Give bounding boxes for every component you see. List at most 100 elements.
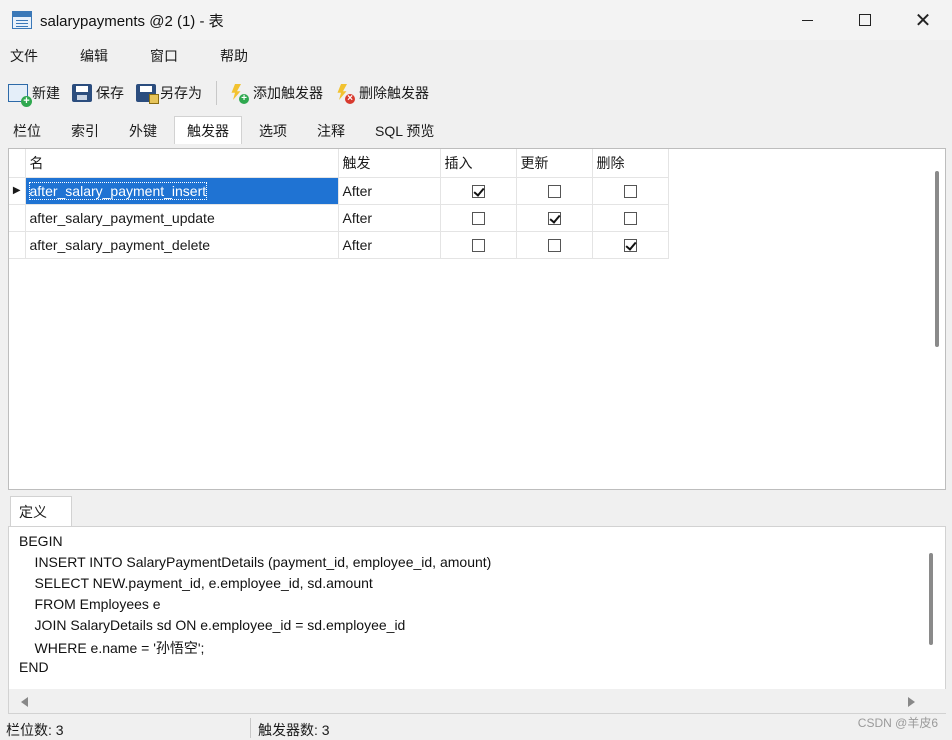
watermark: CSDN @羊皮6	[857, 716, 938, 730]
trigger-name: after_salary_payment_delete	[29, 236, 211, 253]
trigger-insert-cell	[440, 231, 517, 259]
code-line: JOIN SalaryDetails sd ON e.employee_id =…	[19, 617, 406, 633]
save-as-button[interactable]: 另存为	[136, 83, 202, 104]
tab-fields[interactable]: 栏位	[0, 116, 54, 144]
insert-checkbox[interactable]	[471, 239, 485, 253]
close-button[interactable]: ✕	[894, 0, 952, 40]
trigger-update-cell	[516, 231, 593, 259]
trigger-name-cell[interactable]: after_salary_payment_update	[25, 204, 339, 232]
delete-checkbox[interactable]	[623, 212, 637, 226]
tab-foreign-keys[interactable]: 外键	[116, 116, 170, 144]
delete-checkbox[interactable]	[623, 185, 637, 199]
update-checkbox[interactable]	[547, 212, 561, 226]
column-header-update[interactable]: 更新	[516, 149, 593, 178]
maximize-button[interactable]	[836, 0, 894, 40]
column-header-fire[interactable]: 触发	[338, 149, 441, 178]
code-line: BEGIN	[19, 533, 63, 549]
save-as-label: 另存为	[160, 85, 202, 101]
row-indicator[interactable]	[9, 204, 26, 232]
table-row[interactable]: after_salary_payment_delete After	[9, 231, 669, 259]
delete-trigger-icon	[335, 84, 355, 104]
row-indicator-header	[9, 149, 26, 178]
update-checkbox[interactable]	[547, 239, 561, 253]
trigger-update-cell	[516, 204, 593, 232]
toolbar-divider	[216, 81, 217, 105]
menu-bar: 文件 编辑 窗口 帮助	[0, 40, 952, 72]
trigger-update-cell	[516, 177, 593, 205]
new-button[interactable]: 新建	[8, 83, 60, 107]
fields-count: 栏位数: 3	[6, 722, 64, 738]
insert-checkbox[interactable]	[471, 185, 485, 199]
add-trigger-button[interactable]: 添加触发器	[229, 83, 323, 104]
save-icon	[72, 84, 92, 102]
definition-editor[interactable]: BEGIN INSERT INTO SalaryPaymentDetails (…	[8, 526, 947, 714]
tab-comment[interactable]: 注释	[304, 116, 358, 144]
column-header-name[interactable]: 名	[25, 149, 339, 178]
new-table-icon	[8, 84, 32, 107]
column-header-delete[interactable]: 删除	[592, 149, 669, 178]
trigger-delete-cell	[592, 204, 669, 232]
tab-definition[interactable]: 定义	[10, 496, 72, 526]
table-row[interactable]: ▶ after_salary_payment_insert After	[9, 177, 669, 205]
trigger-name-cell[interactable]: after_salary_payment_delete	[25, 231, 339, 259]
row-indicator[interactable]	[9, 231, 26, 259]
column-header-insert[interactable]: 插入	[440, 149, 517, 178]
delete-trigger-label: 删除触发器	[359, 85, 429, 101]
status-divider	[250, 718, 251, 738]
trigger-fire-cell[interactable]: After	[338, 177, 441, 205]
table-row[interactable]: after_salary_payment_update After	[9, 204, 669, 232]
code-line: WHERE e.name = '孙悟空';	[19, 640, 205, 656]
delete-trigger-button[interactable]: 删除触发器	[335, 83, 429, 104]
designer-tabs: 栏位 索引 外键 触发器 选项 注释 SQL 预览	[0, 114, 952, 144]
code-line: END	[19, 659, 49, 675]
menu-file[interactable]: 文件	[0, 46, 48, 66]
trigger-name-cell[interactable]: after_salary_payment_insert	[25, 177, 339, 205]
table-app-icon	[12, 11, 32, 29]
tab-triggers[interactable]: 触发器	[174, 116, 242, 144]
new-label: 新建	[32, 85, 60, 101]
trigger-rows: ▶ after_salary_payment_insert After after_s…	[9, 177, 669, 259]
save-label: 保存	[96, 85, 124, 101]
triggers-count: 触发器数: 3	[258, 722, 330, 738]
insert-checkbox[interactable]	[471, 212, 485, 226]
save-button[interactable]: 保存	[72, 83, 124, 103]
tab-sql-preview[interactable]: SQL 预览	[362, 116, 447, 144]
editor-horizontal-scrollbar[interactable]	[9, 689, 947, 713]
scroll-right-icon[interactable]	[908, 697, 915, 707]
window-title: salarypayments @2 (1) - 表	[40, 12, 224, 30]
minimize-button[interactable]	[778, 0, 836, 40]
menu-window[interactable]: 窗口	[140, 46, 188, 66]
definition-panel: 定义 BEGIN INSERT INTO SalaryPaymentDetail…	[8, 492, 947, 714]
row-indicator[interactable]: ▶	[9, 177, 26, 205]
trigger-fire-cell[interactable]: After	[338, 231, 441, 259]
add-trigger-icon	[229, 84, 249, 104]
editor-vertical-scrollbar[interactable]	[929, 553, 933, 645]
tab-options[interactable]: 选项	[246, 116, 300, 144]
tab-indexes[interactable]: 索引	[58, 116, 112, 144]
menu-edit[interactable]: 编辑	[70, 46, 118, 66]
grid-vertical-scrollbar[interactable]	[935, 171, 939, 347]
trigger-grid-panel: 名 触发 插入 更新 删除 ▶ after_salary_payment_inse…	[8, 148, 946, 490]
update-checkbox[interactable]	[547, 185, 561, 199]
trigger-insert-cell	[440, 177, 517, 205]
title-bar: salarypayments @2 (1) - 表 ✕	[0, 0, 952, 40]
add-trigger-label: 添加触发器	[253, 85, 323, 101]
window-controls: ✕	[778, 0, 952, 40]
code-line: INSERT INTO SalaryPaymentDetails (paymen…	[19, 554, 492, 570]
toolbar: 新建 保存 另存为 添加触发器 删除触发器	[0, 74, 952, 112]
code-line: SELECT NEW.payment_id, e.employee_id, sd…	[19, 575, 373, 591]
trigger-name: after_salary_payment_insert	[28, 181, 208, 200]
trigger-delete-cell	[592, 177, 669, 205]
menu-help[interactable]: 帮助	[210, 46, 258, 66]
trigger-table: 名 触发 插入 更新 删除 ▶ after_salary_payment_inse…	[9, 149, 669, 259]
code-line: FROM Employees e	[19, 596, 161, 612]
table-header-row: 名 触发 插入 更新 删除	[9, 149, 669, 178]
trigger-insert-cell	[440, 204, 517, 232]
trigger-fire-cell[interactable]: After	[338, 204, 441, 232]
trigger-name: after_salary_payment_update	[29, 209, 215, 226]
delete-checkbox[interactable]	[623, 239, 637, 253]
status-bar: 栏位数: 3 触发器数: 3	[0, 716, 952, 740]
save-as-icon	[136, 84, 159, 104]
trigger-delete-cell	[592, 231, 669, 259]
scroll-left-icon[interactable]	[21, 697, 28, 707]
